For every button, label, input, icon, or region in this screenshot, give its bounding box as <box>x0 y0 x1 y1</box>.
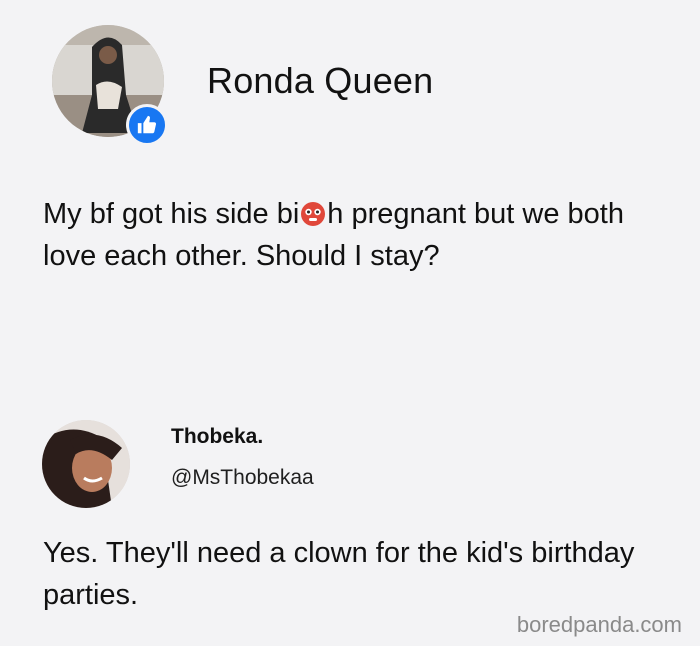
post-text-start: My bf got his side bi <box>43 198 300 230</box>
reply-author-name[interactable]: Thobeka. <box>171 425 263 449</box>
like-badge <box>126 104 168 146</box>
watermark: boredpanda.com <box>516 612 682 637</box>
avatar[interactable] <box>42 420 130 508</box>
thumbs-up-icon <box>136 114 158 136</box>
reply-author-handle[interactable]: @MsThobekaa <box>171 466 314 490</box>
author-name[interactable]: Ronda Queen <box>207 60 433 102</box>
reply-text: Yes. They'll need a clown for the kid's … <box>43 537 635 611</box>
flushed-face-icon <box>300 201 326 227</box>
post-text: My bf got his side bi h pregnant but we b… <box>43 193 683 277</box>
